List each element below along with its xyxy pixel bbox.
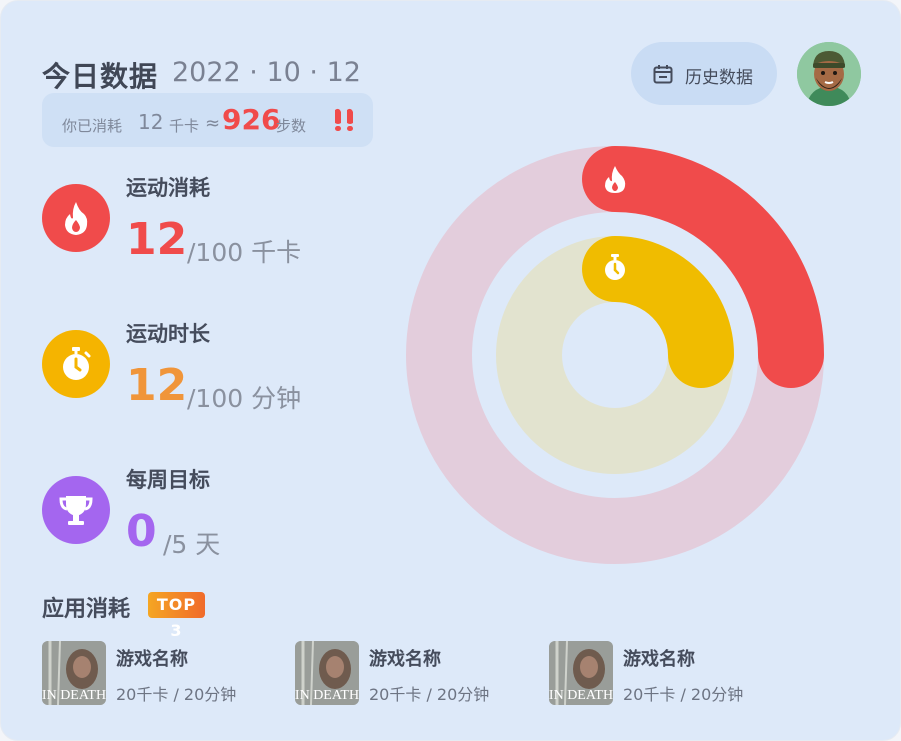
game-cover-image: IN DEATH (42, 641, 106, 705)
flame-icon (65, 202, 88, 235)
app-usage-title: 应用消耗 (42, 597, 131, 622)
app-item[interactable]: IN DEATH 游戏名称 20千卡 / 20分钟 (42, 641, 272, 707)
duration-goal: /100 分钟 (187, 384, 302, 413)
history-data-button[interactable]: 历史数据 (631, 42, 777, 105)
duration-value: 12 (126, 360, 188, 411)
summary-steps-unit: 步数 (276, 117, 307, 135)
daily-data-card: 今日数据 2022 · 10 · 12 你已消耗 12 千卡 ≈ 926 步数 … (0, 0, 901, 741)
summary-banner: 你已消耗 12 千卡 ≈ 926 步数 (42, 93, 373, 147)
calories-value: 12 (126, 214, 188, 265)
game-usage: 20千卡 / 20分钟 (116, 685, 237, 704)
game-usage: 20千卡 / 20分钟 (369, 685, 490, 704)
calendar-icon (653, 65, 673, 84)
weekly-goal-icon-badge (42, 476, 110, 544)
top3-badge: TOP 3 (148, 592, 205, 640)
game-name: 游戏名称 (623, 649, 695, 670)
game-usage: 20千卡 / 20分钟 (623, 685, 744, 704)
trophy-icon (59, 496, 93, 525)
game-cover-image: IN DEATH (549, 641, 613, 705)
app-item[interactable]: IN DEATH 游戏名称 20千卡 / 20分钟 (549, 641, 779, 707)
activity-rings (406, 146, 824, 564)
summary-kcal: 12 (138, 110, 164, 134)
date-label: 2022 · 10 · 12 (172, 57, 361, 88)
game-thumbnail: IN DEATH (549, 641, 613, 705)
game-name: 游戏名称 (369, 649, 441, 670)
calories-icon-badge (42, 184, 110, 252)
game-thumbnail: IN DEATH (42, 641, 106, 705)
game-thumbnail: IN DEATH (295, 641, 359, 705)
summary-steps: 926 (222, 103, 281, 136)
weekly-goal-title: 每周目标 (126, 468, 210, 492)
page-title: 今日数据 (42, 60, 159, 93)
summary-kcal-unit: 千卡 (169, 117, 200, 135)
calories-title: 运动消耗 (126, 176, 210, 200)
duration-icon-badge (42, 330, 110, 398)
footprints-icon (335, 108, 353, 131)
weekly-goal-value: 0 (126, 506, 157, 557)
game-cover-text: IN DEATH (295, 688, 359, 703)
game-cover-text: IN DEATH (549, 688, 613, 703)
game-name: 游戏名称 (116, 649, 188, 670)
app-item[interactable]: IN DEATH 游戏名称 20千卡 / 20分钟 (295, 641, 525, 707)
summary-prefix: 你已消耗 (62, 117, 123, 135)
history-button-label: 历史数据 (685, 68, 753, 88)
weekly-goal-goal: /5 天 (163, 530, 221, 559)
duration-progress-arc (582, 236, 734, 388)
game-cover-text: IN DEATH (42, 688, 106, 703)
stopwatch-icon (63, 347, 91, 380)
user-avatar[interactable] (797, 42, 861, 106)
calories-goal: /100 千卡 (187, 238, 302, 267)
duration-title: 运动时长 (126, 322, 210, 346)
summary-approx: ≈ (205, 113, 221, 134)
game-cover-image: IN DEATH (295, 641, 359, 705)
avatar-image (797, 42, 861, 106)
